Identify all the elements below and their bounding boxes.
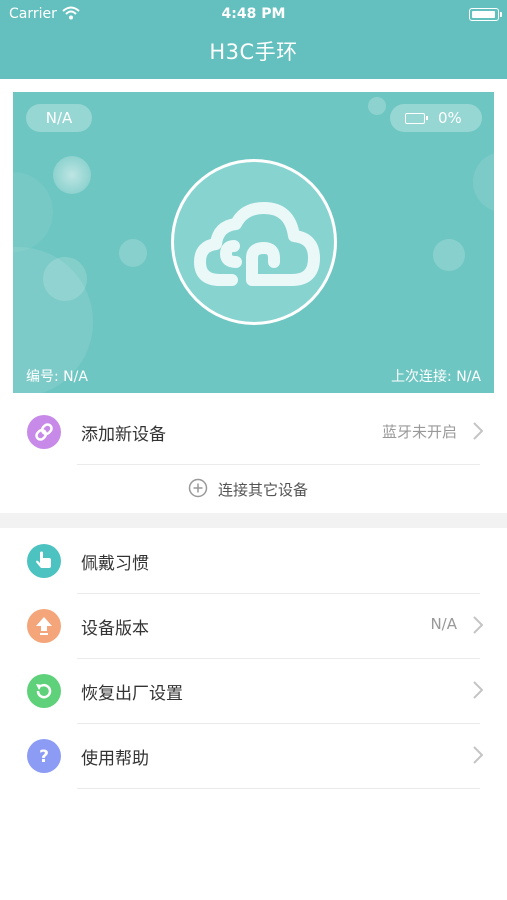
status-time: 4:48 PM bbox=[221, 6, 286, 22]
decor-bubble bbox=[473, 152, 494, 212]
chevron-right-icon bbox=[473, 616, 484, 638]
menu-item-device-version[interactable]: 设备版本 N/A bbox=[0, 594, 507, 658]
menu-item-factory-reset[interactable]: 恢复出厂设置 bbox=[0, 659, 507, 723]
decor-bubble bbox=[13, 172, 53, 252]
section-gap bbox=[0, 513, 507, 528]
decor-bubble bbox=[53, 156, 91, 194]
decor-bubble bbox=[433, 239, 465, 271]
device-battery-value: 0% bbox=[438, 109, 462, 127]
hand-icon bbox=[27, 544, 61, 578]
device-battery-icon bbox=[405, 113, 428, 124]
menu-item-label: 使用帮助 bbox=[81, 749, 149, 769]
device-name-pill: N/A bbox=[26, 104, 92, 132]
device-last-connect: 上次连接: N/A bbox=[391, 369, 481, 385]
question-icon: ? bbox=[27, 739, 61, 773]
upgrade-arrow-icon bbox=[27, 609, 61, 643]
svg-text:?: ? bbox=[39, 747, 49, 767]
divider bbox=[77, 464, 480, 465]
divider bbox=[77, 788, 480, 789]
plus-circle-icon bbox=[188, 478, 208, 502]
chevron-right-icon bbox=[473, 746, 484, 768]
add-device-label: 添加新设备 bbox=[81, 425, 166, 445]
menu-item-label: 恢复出厂设置 bbox=[81, 684, 183, 704]
device-battery-pill: 0% bbox=[390, 104, 482, 132]
link-icon bbox=[27, 415, 61, 449]
menu-item-label: 佩戴习惯 bbox=[81, 554, 149, 574]
menu-item-wearing-habit[interactable]: 佩戴习惯 bbox=[0, 529, 507, 593]
cloud-icon bbox=[194, 202, 320, 286]
chevron-right-icon bbox=[473, 422, 484, 444]
page-title: H3C手环 bbox=[209, 40, 298, 64]
decor-bubble bbox=[43, 257, 87, 301]
menu-item-help[interactable]: ? 使用帮助 bbox=[0, 724, 507, 788]
device-status-circle[interactable] bbox=[171, 159, 337, 325]
chevron-right-icon bbox=[473, 681, 484, 703]
add-device-row[interactable]: 添加新设备 蓝牙未开启 bbox=[0, 400, 507, 464]
connect-other-label: 连接其它设备 bbox=[218, 481, 309, 499]
refresh-icon bbox=[27, 674, 61, 708]
decor-bubble bbox=[119, 239, 147, 267]
bluetooth-status: 蓝牙未开启 bbox=[381, 423, 457, 441]
device-version-value: N/A bbox=[430, 615, 457, 633]
connect-other-button[interactable]: 连接其它设备 bbox=[0, 466, 507, 513]
menu-item-label: 设备版本 bbox=[81, 619, 149, 639]
battery-icon bbox=[469, 8, 502, 21]
decor-bubble bbox=[368, 97, 386, 115]
app-header: Carrier 4:48 PM H3C手环 bbox=[0, 0, 507, 79]
status-bar: Carrier 4:48 PM bbox=[0, 4, 507, 24]
device-card: N/A 0% 编号: N/A 上次连接: N/A bbox=[13, 92, 494, 393]
device-serial: 编号: N/A bbox=[26, 369, 88, 385]
